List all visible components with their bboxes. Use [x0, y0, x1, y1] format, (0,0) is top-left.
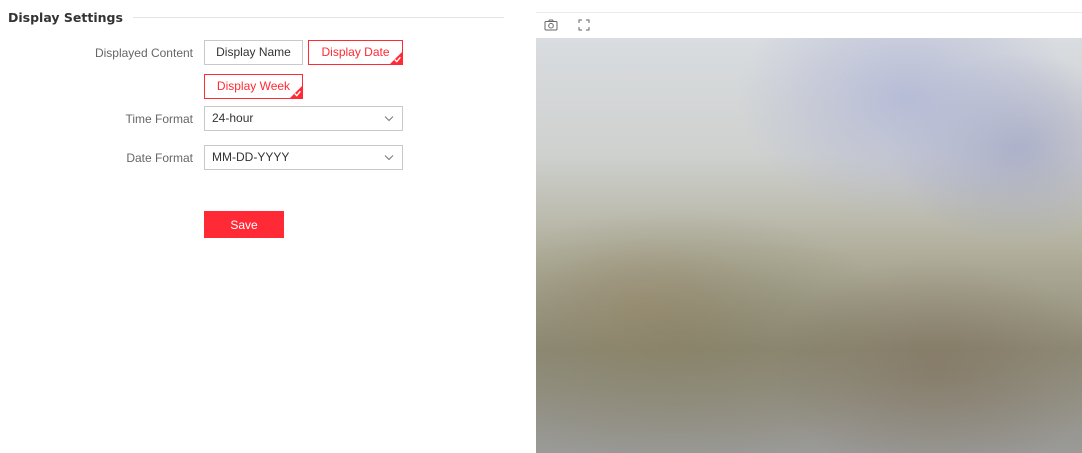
section-title: Display Settings [8, 9, 123, 25]
chevron-down-icon [384, 155, 394, 161]
display-name-option-label: Display Name [216, 45, 291, 59]
fullscreen-button[interactable] [576, 17, 592, 33]
display-week-option[interactable]: Display Week [204, 74, 303, 99]
section-divider [132, 16, 504, 18]
chevron-down-icon [384, 116, 394, 122]
section-header: Display Settings [8, 6, 504, 28]
camera-icon [544, 19, 558, 31]
time-format-label: Time Format [125, 112, 193, 126]
display-week-option-label: Display Week [216, 79, 291, 93]
displayed-content-label: Displayed Content [94, 46, 193, 60]
date-format-label: Date Format [126, 151, 193, 165]
time-format-select[interactable]: 24-hour [204, 106, 403, 131]
display-date-option-label: Display Date [321, 45, 390, 59]
date-format-select[interactable]: MM-DD-YYYY [204, 145, 403, 170]
time-format-value: 24-hour [212, 111, 254, 125]
capture-button[interactable] [543, 17, 559, 33]
date-format-value: MM-DD-YYYY [212, 150, 290, 164]
save-button[interactable]: Save [204, 211, 284, 238]
display-date-option[interactable]: Display Date [308, 40, 403, 65]
live-preview-video [536, 38, 1082, 453]
checkmark-icon [294, 90, 301, 97]
fullscreen-icon [578, 19, 590, 31]
display-name-option[interactable]: Display Name [204, 40, 303, 65]
checkmark-icon [394, 56, 401, 63]
preview-toolbar [536, 12, 1082, 38]
